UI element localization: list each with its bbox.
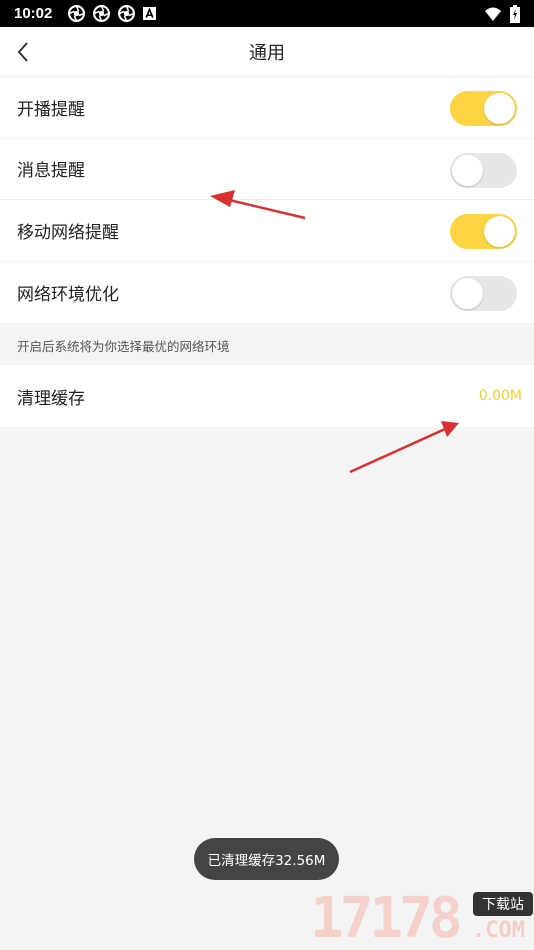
- site-watermark: 17178 下载站 .COM: [310, 886, 534, 950]
- watermark-number: 17178: [310, 886, 463, 950]
- annotation-arrows: [210, 190, 459, 474]
- annotation-arrow-cache: [349, 421, 459, 474]
- toast-message: 已清理缓存32.56M: [194, 838, 339, 880]
- watermark-suffix: .COM: [472, 918, 525, 943]
- watermark-badge: 下载站: [473, 892, 533, 916]
- annotation-arrow-message: [210, 190, 306, 220]
